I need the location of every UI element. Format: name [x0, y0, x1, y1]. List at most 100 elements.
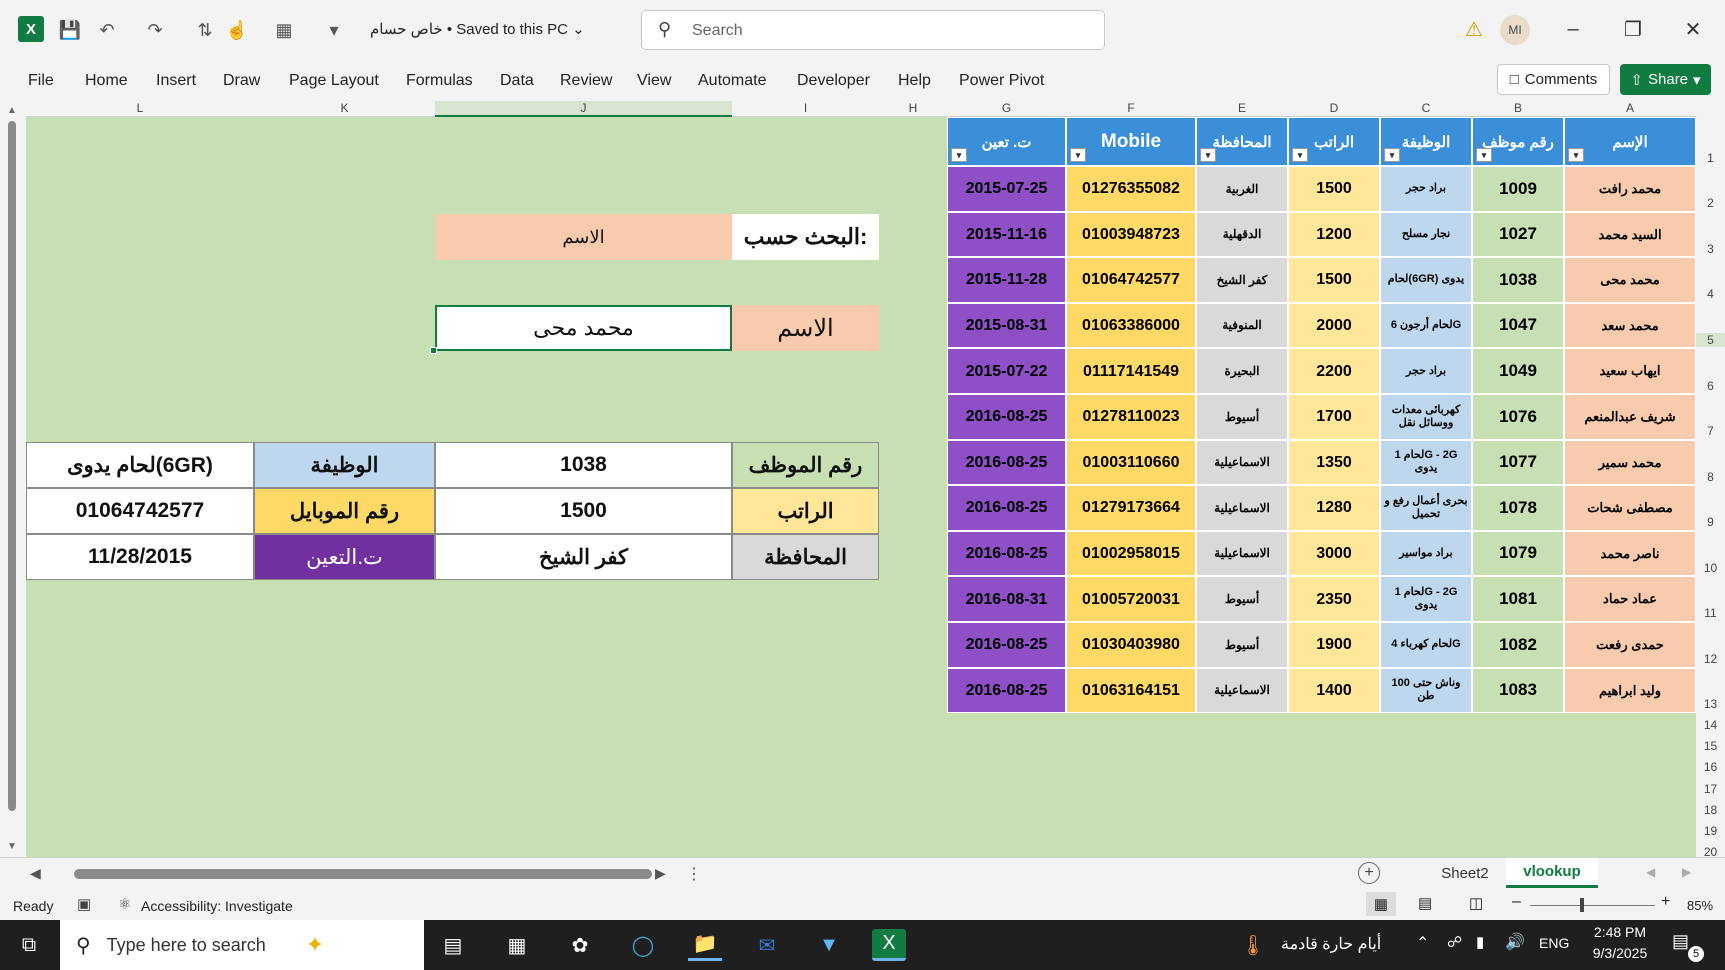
page-break-view-icon[interactable]: ◫	[1469, 894, 1483, 912]
cell-job[interactable]: لحام(6GR) يدوى	[1380, 257, 1472, 303]
cell-employee-name[interactable]: محمد رافت	[1564, 166, 1696, 212]
worksheet-grid[interactable]: الاسم البحث حسب: محمد محى الاسم لحام يدو…	[26, 117, 1696, 857]
cell-hire-date[interactable]: 2015-08-31	[947, 302, 1066, 349]
undo-icon[interactable]: ↶	[95, 18, 119, 42]
table-icon[interactable]: ▦	[272, 18, 296, 42]
language-indicator[interactable]: ENG	[1539, 935, 1569, 951]
cell-salary[interactable]: 3000	[1288, 530, 1380, 577]
cell-employee-name[interactable]: ايهاب سعيد	[1564, 348, 1696, 394]
sort-icon[interactable]: ⇅	[193, 18, 217, 42]
tab-prev-icon[interactable]: ◀	[1646, 865, 1655, 879]
row-header[interactable]: 2	[1696, 196, 1725, 210]
cell-mobile[interactable]: 01279173664	[1066, 485, 1196, 531]
store-icon[interactable]: ▦	[500, 929, 534, 961]
tab-insert[interactable]: Insert	[156, 72, 196, 90]
minimize-button[interactable]: –	[1558, 14, 1588, 44]
avatar[interactable]: MI	[1500, 15, 1530, 45]
cell-employee-name[interactable]: محمد محى	[1564, 257, 1696, 303]
tab-draw[interactable]: Draw	[223, 72, 260, 90]
cell-employee-name[interactable]: محمد سعد	[1564, 302, 1696, 349]
clock-time[interactable]: 2:48 PM	[1588, 924, 1652, 940]
cell-governorate[interactable]: كفر الشيخ	[1196, 257, 1288, 303]
cell-salary[interactable]: 2350	[1288, 576, 1380, 622]
touch-mode-icon[interactable]: ☝	[225, 18, 249, 42]
cell-employee-name[interactable]: عماد حماد	[1564, 576, 1696, 622]
tab-home[interactable]: Home	[85, 72, 128, 90]
cell-hire-date[interactable]: 2016-08-25	[947, 394, 1066, 440]
cell-salary[interactable]: 1200	[1288, 211, 1380, 258]
cell-salary[interactable]: 1700	[1288, 394, 1380, 440]
macro-record-icon[interactable]: ▣	[77, 895, 91, 913]
cell-job[interactable]: لحام كهرباء 4G	[1380, 622, 1472, 668]
cell-governorate[interactable]: المنوفية	[1196, 302, 1288, 349]
column-header-j[interactable]: J	[435, 101, 732, 117]
cell-mobile[interactable]: 01005720031	[1066, 576, 1196, 622]
cell-salary[interactable]: 2200	[1288, 348, 1380, 394]
cell-salary[interactable]: 1500	[1288, 166, 1380, 212]
clock-date[interactable]: 9/3/2025	[1584, 945, 1656, 961]
taskbar-search[interactable]: ⚲ Type here to search ✦	[60, 920, 424, 970]
row-header[interactable]: 8	[1696, 470, 1725, 484]
copilot-icon[interactable]: ✿	[563, 929, 597, 961]
volume-icon[interactable]: 🔊	[1505, 932, 1525, 952]
notifications-icon[interactable]: ▤	[1672, 931, 1689, 952]
row-header[interactable]: 17	[1696, 782, 1725, 796]
mail-icon[interactable]: ▼	[812, 929, 846, 961]
filter-dropdown-icon[interactable]: ▾	[1384, 148, 1400, 162]
cell-employee-name[interactable]: ناصر محمد	[1564, 530, 1696, 577]
cell-hire-date[interactable]: 2016-08-25	[947, 485, 1066, 531]
cell-governorate[interactable]: الغربية	[1196, 166, 1288, 212]
row-header[interactable]: 13	[1696, 697, 1725, 711]
cell-governorate[interactable]: الاسماعيلية	[1196, 530, 1288, 577]
more-options-icon[interactable]: ⋮	[686, 864, 702, 884]
cell-governorate[interactable]: الدقهلية	[1196, 211, 1288, 258]
row-header[interactable]: 3	[1696, 242, 1725, 256]
cell-job[interactable]: نجار مسلح	[1380, 211, 1472, 258]
cell-mobile[interactable]: 01063386000	[1066, 302, 1196, 349]
column-header-h[interactable]: H	[879, 101, 947, 115]
column-header-d[interactable]: D	[1288, 101, 1380, 115]
cell-mobile[interactable]: 01003110660	[1066, 439, 1196, 486]
show-hidden-icons-icon[interactable]: ⌃	[1416, 933, 1429, 953]
horizontal-scroll-thumb[interactable]	[74, 869, 652, 879]
zoom-slider[interactable]	[1530, 905, 1655, 906]
filter-dropdown-icon[interactable]: ▾	[1568, 148, 1584, 162]
cell-employee-id[interactable]: 1083	[1472, 667, 1564, 714]
cell-governorate[interactable]: أسيوط	[1196, 394, 1288, 440]
row-header[interactable]: 10	[1696, 561, 1725, 575]
customize-toolbar-icon[interactable]: ▾	[322, 18, 346, 42]
cell-hire-date[interactable]: 2016-08-25	[947, 667, 1066, 714]
row-header[interactable]: 9	[1696, 515, 1725, 529]
cell-employee-id[interactable]: 1038	[1472, 257, 1564, 303]
vertical-scroll-thumb[interactable]	[8, 121, 16, 811]
cell-salary[interactable]: 1500	[1288, 257, 1380, 303]
cell-governorate[interactable]: الاسماعيلية	[1196, 667, 1288, 714]
warning-icon[interactable]: ⚠	[1465, 17, 1483, 42]
normal-view-icon[interactable]: ▦	[1366, 892, 1396, 916]
outlook-icon[interactable]: ✉	[750, 929, 784, 961]
sheet-tab-vlookup[interactable]: vlookup	[1506, 858, 1598, 888]
cell-mobile[interactable]: 01064742577	[1066, 257, 1196, 303]
cell-salary[interactable]: 1280	[1288, 485, 1380, 531]
cell-hire-date[interactable]: 2015-07-25	[947, 166, 1066, 212]
salary-result[interactable]: 1500	[435, 488, 732, 534]
cell-employee-id[interactable]: 1078	[1472, 485, 1564, 531]
redo-icon[interactable]: ↷	[143, 18, 167, 42]
restore-button[interactable]: ❐	[1618, 14, 1648, 44]
cell-employee-name[interactable]: السيد محمد	[1564, 211, 1696, 258]
filter-dropdown-icon[interactable]: ▾	[951, 148, 967, 162]
cell-employee-id[interactable]: 1077	[1472, 439, 1564, 486]
column-header-a[interactable]: A	[1564, 101, 1696, 115]
task-view-icon[interactable]: ▤	[436, 929, 470, 961]
scroll-right-icon[interactable]: ▶	[655, 865, 666, 882]
employee-id-result[interactable]: 1038	[435, 442, 732, 488]
cell-salary[interactable]: 1350	[1288, 439, 1380, 486]
cell-job[interactable]: وناش حتى 100 طن	[1380, 667, 1472, 714]
filter-dropdown-icon[interactable]: ▾	[1200, 148, 1216, 162]
cell-employee-name[interactable]: مصطفى شحات	[1564, 485, 1696, 531]
comments-button[interactable]: □ Comments	[1497, 64, 1610, 95]
tab-formulas[interactable]: Formulas	[406, 72, 473, 90]
cell-employee-name[interactable]: شريف عبدالمنعم	[1564, 394, 1696, 440]
column-header-b[interactable]: B	[1472, 101, 1564, 115]
tab-developer[interactable]: Developer	[797, 72, 870, 90]
